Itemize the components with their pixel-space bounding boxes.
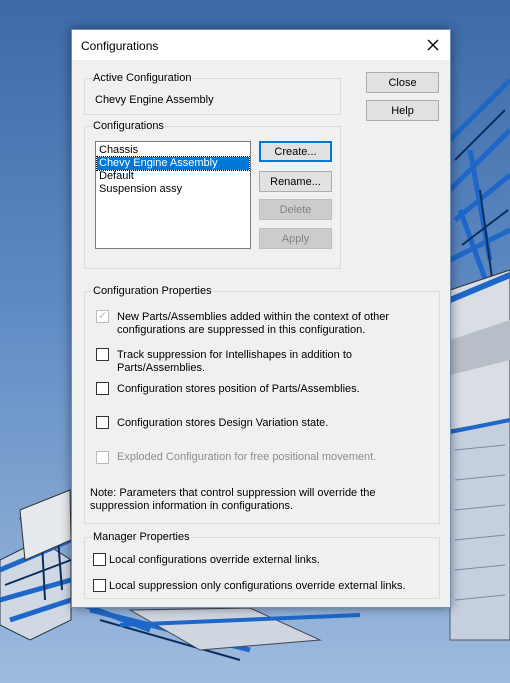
title-bar[interactable]: Configurations bbox=[72, 30, 450, 60]
configurations-dialog: Configurations Active Configuration Chev… bbox=[71, 29, 451, 608]
note-text: Note: Parameters that control suppressio… bbox=[90, 487, 376, 499]
list-item[interactable]: Suspension assy bbox=[97, 183, 249, 196]
rename-button[interactable]: Rename... bbox=[259, 171, 332, 192]
option-label: Configuration stores position of Parts/A… bbox=[117, 383, 360, 395]
note-text: suppression information in configuration… bbox=[90, 500, 294, 512]
apply-button[interactable]: Apply bbox=[259, 228, 332, 249]
dialog-title: Configurations bbox=[81, 39, 159, 53]
new-parts-suppressed-checkbox[interactable]: ✓ bbox=[96, 310, 109, 323]
list-item[interactable]: Default bbox=[97, 170, 249, 183]
active-configuration-group: Active Configuration Chevy Engine Assemb… bbox=[84, 71, 341, 115]
active-configuration-title: Active Configuration bbox=[92, 71, 193, 85]
option-label: Exploded Configuration for free position… bbox=[117, 451, 377, 463]
exploded-configuration-checkbox[interactable] bbox=[96, 451, 109, 464]
checkmark-icon: ✓ bbox=[98, 310, 108, 322]
delete-button[interactable]: Delete bbox=[259, 199, 332, 220]
manager-properties-title: Manager Properties bbox=[92, 530, 191, 544]
option-label: Track suppression for Intellishapes in a… bbox=[117, 349, 352, 361]
local-config-override-checkbox[interactable] bbox=[93, 553, 106, 566]
track-suppression-checkbox[interactable] bbox=[96, 348, 109, 361]
list-item[interactable]: Chassis bbox=[97, 144, 249, 157]
option-label: Local configurations override external l… bbox=[109, 554, 320, 566]
active-configuration-value: Chevy Engine Assembly bbox=[95, 94, 214, 106]
configurations-listbox[interactable]: Chassis Chevy Engine Assembly Default Su… bbox=[95, 141, 251, 249]
option-label: New Parts/Assemblies added within the co… bbox=[117, 311, 390, 323]
option-label: Local suppression only configurations ov… bbox=[109, 580, 406, 592]
close-icon[interactable] bbox=[416, 30, 450, 60]
option-label: Parts/Assemblies. bbox=[117, 362, 206, 374]
local-suppression-override-checkbox[interactable] bbox=[93, 579, 106, 592]
option-label: configurations are suppressed in this co… bbox=[117, 324, 366, 336]
create-button[interactable]: Create... bbox=[259, 141, 332, 162]
configurations-group-title: Configurations bbox=[92, 119, 165, 133]
help-button[interactable]: Help bbox=[366, 100, 439, 121]
stores-position-checkbox[interactable] bbox=[96, 382, 109, 395]
list-item[interactable]: Chevy Engine Assembly bbox=[96, 156, 250, 171]
stores-design-variation-checkbox[interactable] bbox=[96, 416, 109, 429]
close-button[interactable]: Close bbox=[366, 72, 439, 93]
configuration-properties-title: Configuration Properties bbox=[92, 284, 213, 298]
option-label: Configuration stores Design Variation st… bbox=[117, 417, 329, 429]
